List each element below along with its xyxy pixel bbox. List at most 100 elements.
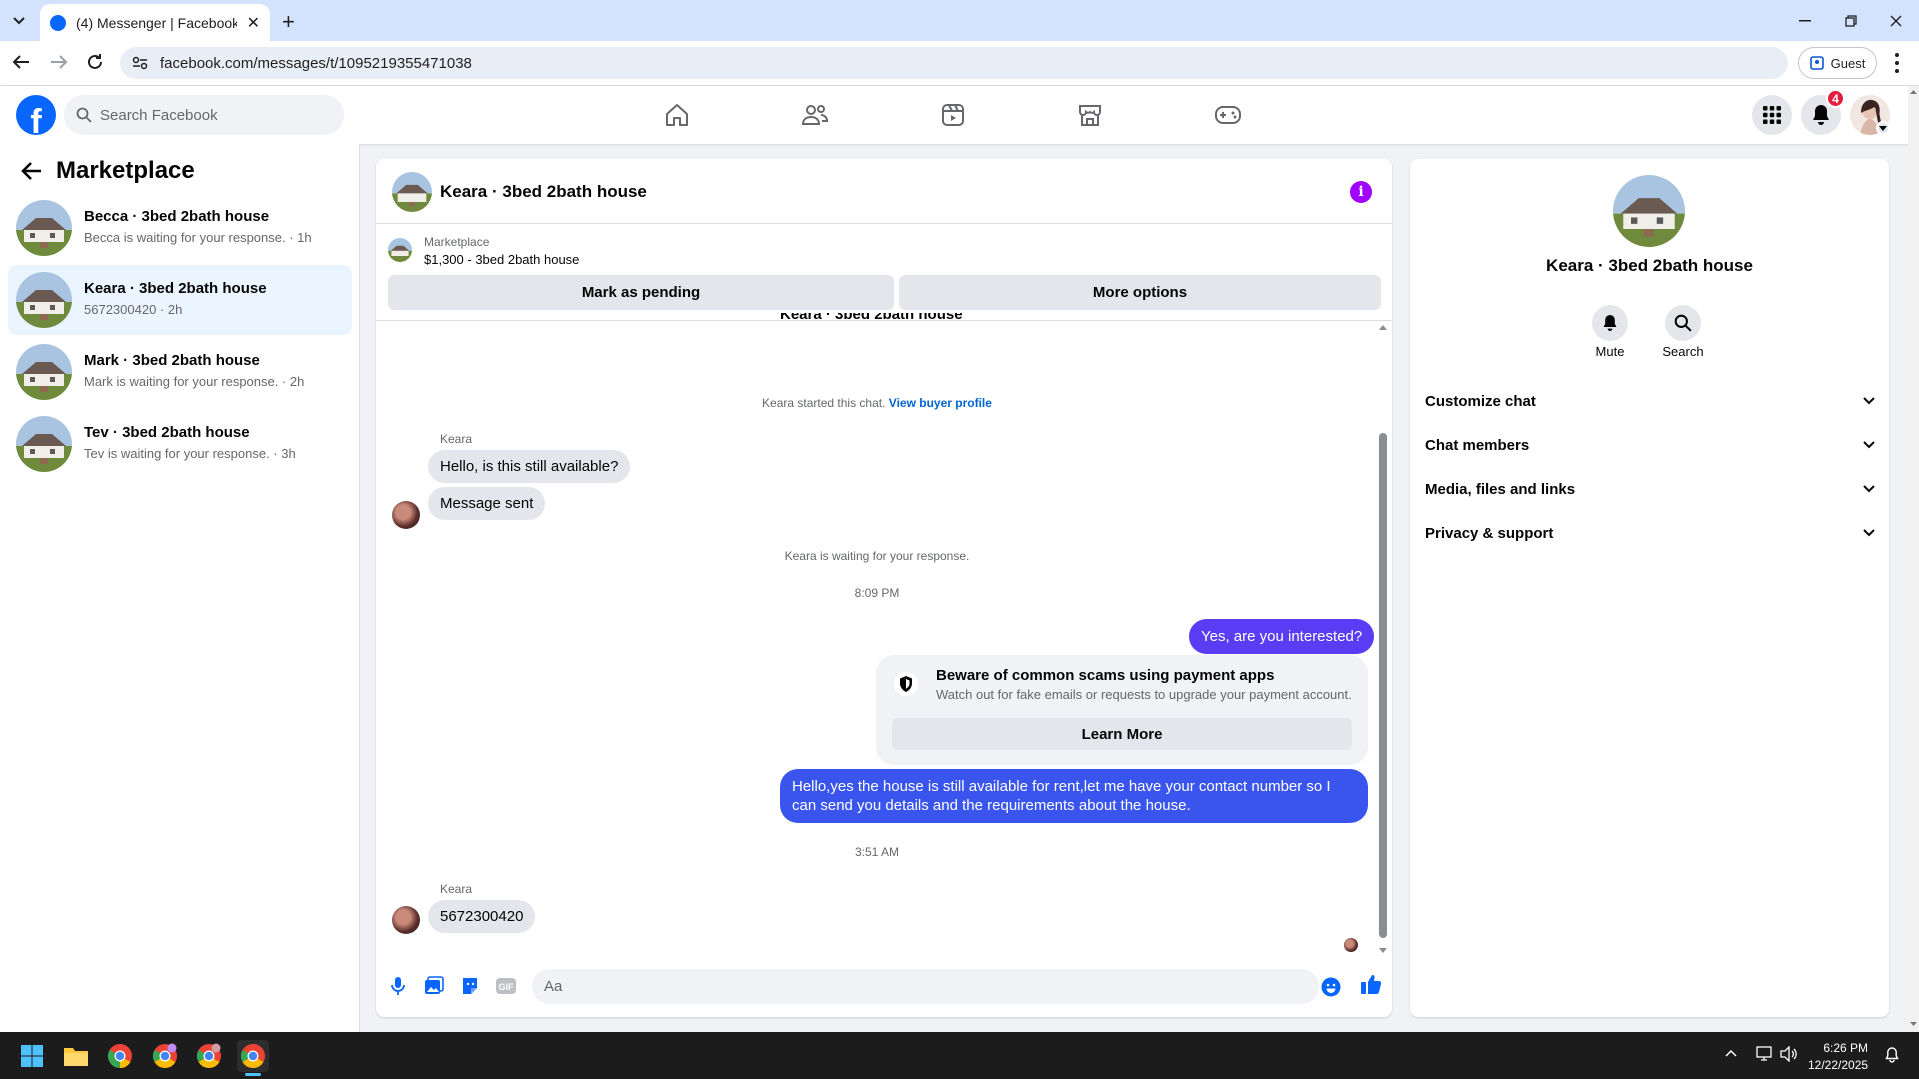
chrome-active-icon[interactable] <box>237 1040 269 1072</box>
guest-profile-button[interactable]: Guest <box>1798 47 1877 79</box>
notification-bell-icon[interactable] <box>1885 1047 1899 1063</box>
site-info-icon[interactable] <box>132 56 148 70</box>
privacy-support-row[interactable]: Privacy & support <box>1425 519 1875 547</box>
search-placeholder: Search Facebook <box>100 106 218 124</box>
chevron-up-icon[interactable] <box>1725 1049 1737 1057</box>
home-icon[interactable] <box>662 100 692 130</box>
message-input[interactable]: Aa <box>532 969 1319 1004</box>
chevron-down-icon <box>1863 529 1875 537</box>
outgoing-message-long[interactable]: Hello,yes the house is still available f… <box>780 769 1368 823</box>
tab-list-icon[interactable] <box>8 10 30 32</box>
sender-name: Keara <box>440 432 473 446</box>
sender-name: Keara <box>440 882 473 896</box>
account-chevron-icon[interactable] <box>1876 121 1890 135</box>
address-bar[interactable]: facebook.com/messages/t/1095219355471038 <box>120 47 1788 79</box>
back-icon[interactable] <box>12 54 30 70</box>
chat-started-notice: Keara started this chat. View buyer prof… <box>577 396 1177 410</box>
timestamp: 3:51 AM <box>854 845 900 859</box>
active-app-indicator <box>245 1073 261 1076</box>
timestamp: 8:09 PM <box>854 586 900 600</box>
restore-icon[interactable] <box>1828 0 1874 41</box>
listing-price[interactable]: $1,300 - 3bed 2bath house <box>424 252 579 267</box>
chrome-profile-icon[interactable] <box>149 1040 181 1072</box>
facebook-search-input[interactable]: Search Facebook <box>64 95 344 135</box>
row-label: Chat members <box>1425 436 1530 454</box>
chat-header-avatar[interactable] <box>392 172 432 212</box>
conversation-details-panel <box>1410 159 1889 1017</box>
new-tab-icon[interactable]: + <box>282 9 295 35</box>
emoji-icon[interactable] <box>1320 976 1342 998</box>
menu-grid-button[interactable] <box>1752 95 1792 135</box>
facebook-logo-icon[interactable]: f <box>16 95 56 135</box>
conversation-preview: Becca is waiting for your response. · 1h <box>84 230 312 245</box>
conversation-avatar[interactable] <box>1613 175 1685 247</box>
sticker-icon[interactable] <box>459 975 481 997</box>
learn-more-button[interactable]: Learn More <box>892 718 1352 750</box>
media-files-row[interactable]: Media, files and links <box>1425 475 1875 503</box>
tab-close-icon[interactable]: ✕ <box>247 13 260 33</box>
gif-icon[interactable]: GIF <box>495 975 517 997</box>
chevron-down-icon <box>1863 397 1875 405</box>
friends-icon[interactable] <box>800 100 830 130</box>
mute-button[interactable] <box>1592 305 1628 341</box>
microphone-icon[interactable] <box>387 975 409 997</box>
row-label: Privacy & support <box>1425 524 1554 542</box>
windows-start-icon[interactable] <box>16 1040 48 1072</box>
conversation-item-active[interactable]: Keara · 3bed 2bath house 5672300420 · 2h <box>8 265 352 335</box>
view-buyer-profile-link[interactable]: View buyer profile <box>889 396 992 410</box>
divider <box>376 320 1392 321</box>
listing-thumbnail <box>16 344 72 400</box>
chrome-icon[interactable] <box>104 1040 136 1072</box>
scam-warning-title: Beware of common scams using payment app… <box>936 667 1275 684</box>
browser-tab[interactable]: (4) Messenger | Facebook ✕ <box>40 4 270 41</box>
chevron-down-icon <box>1863 441 1875 449</box>
conversation-item[interactable]: Becca · 3bed 2bath house Becca is waitin… <box>8 193 352 263</box>
like-thumb-icon[interactable] <box>1360 973 1382 995</box>
more-options-button[interactable]: More options <box>899 275 1381 310</box>
page-scrollbar[interactable] <box>1908 86 1919 1032</box>
waiting-notice: Keara is waiting for your response. <box>784 549 970 563</box>
close-window-icon[interactable] <box>1873 0 1919 41</box>
conversation-item[interactable]: Mark · 3bed 2bath house Mark is waiting … <box>8 337 352 407</box>
search-label: Search <box>1662 344 1704 359</box>
network-icon[interactable] <box>1756 1046 1774 1062</box>
marketplace-icon[interactable] <box>1075 100 1105 130</box>
gaming-icon[interactable] <box>1213 100 1243 130</box>
incoming-message[interactable]: 5672300420 <box>428 900 536 933</box>
conversation-item[interactable]: Tev · 3bed 2bath house Tev is waiting fo… <box>8 409 352 479</box>
listing-thumbnail <box>16 272 72 328</box>
volume-icon[interactable] <box>1780 1046 1798 1062</box>
search-conversation-button[interactable] <box>1665 305 1701 341</box>
listing-thumbnail-small[interactable] <box>388 238 412 262</box>
chat-scrollbar-thumb[interactable] <box>1379 433 1387 938</box>
back-arrow-icon[interactable] <box>20 161 42 181</box>
browser-menu-icon[interactable] <box>1893 53 1901 73</box>
incoming-message[interactable]: Message sent <box>428 487 546 520</box>
mark-pending-button[interactable]: Mark as pending <box>388 275 894 310</box>
clock-date: 12/22/2025 <box>1808 1058 1869 1072</box>
facebook-favicon-icon <box>50 14 66 31</box>
file-explorer-icon[interactable] <box>60 1040 92 1072</box>
forward-icon[interactable] <box>50 54 68 70</box>
sender-avatar[interactable] <box>392 906 420 934</box>
divider <box>376 223 1392 224</box>
chat-header-title[interactable]: Keara · 3bed 2bath house <box>440 182 647 202</box>
guest-label: Guest <box>1830 55 1866 71</box>
listing-thumbnail <box>16 416 72 472</box>
clock-time: 6:26 PM <box>1823 1041 1869 1055</box>
minimize-icon[interactable] <box>1782 0 1828 41</box>
customize-chat-row[interactable]: Customize chat <box>1425 387 1875 415</box>
chat-members-row[interactable]: Chat members <box>1425 431 1875 459</box>
sender-avatar[interactable] <box>392 501 420 529</box>
system-clock[interactable]: 6:26 PM 12/22/2025 <box>1808 1040 1868 1074</box>
info-icon[interactable]: i <box>1350 181 1372 203</box>
incoming-message[interactable]: Hello, is this still available? <box>428 450 631 483</box>
notification-badge: 4 <box>1826 89 1845 108</box>
grid-icon <box>1763 106 1781 124</box>
photo-icon[interactable] <box>423 975 445 997</box>
outgoing-message[interactable]: Yes, are you interested? <box>1189 619 1375 654</box>
video-icon[interactable] <box>938 100 968 130</box>
conversation-preview: Mark is waiting for your response. · 2h <box>84 374 305 389</box>
reload-icon[interactable] <box>86 53 104 71</box>
chrome-profile-icon[interactable] <box>193 1040 225 1072</box>
